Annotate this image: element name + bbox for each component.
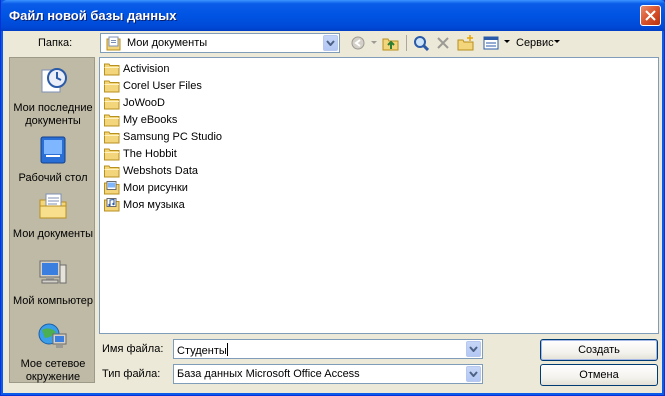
folder-icon xyxy=(104,63,120,76)
back-dropdown-icon xyxy=(371,41,377,44)
my-pictures-icon xyxy=(104,181,120,195)
list-item-jowood[interactable]: JoWooD xyxy=(104,95,165,111)
file-name: JoWooD xyxy=(123,97,165,109)
window-title: Файл новой базы данных xyxy=(9,8,177,23)
place-recent-documents[interactable]: Мои последние документы xyxy=(10,64,96,128)
look-in-value: Мои документы xyxy=(127,37,208,49)
place-my-computer[interactable]: Мой компьютер xyxy=(10,257,96,308)
file-name-value: Студенты xyxy=(177,345,227,357)
list-item-my-pictures[interactable]: Мои рисунки xyxy=(104,180,188,196)
file-type-label: Тип файла: xyxy=(102,368,161,380)
places-bar: Мои последние документы Рабочий стол Мои… xyxy=(9,57,95,383)
place-label: Мои документы xyxy=(12,228,94,240)
chevron-down-icon xyxy=(326,40,335,46)
cancel-button[interactable]: Отмена xyxy=(540,364,658,386)
file-name: The Hobbit xyxy=(123,148,177,160)
place-network[interactable]: Мое сетевое окружение xyxy=(10,320,96,384)
place-label: Рабочий стол xyxy=(18,172,88,184)
chevron-down-icon xyxy=(469,346,478,352)
network-places-icon xyxy=(38,323,67,348)
look-in-dropdown-button[interactable] xyxy=(323,35,338,51)
look-in-label: Папка: xyxy=(38,37,73,49)
title-bar[interactable]: Файл новой базы данных xyxy=(1,0,665,31)
list-item-webshots[interactable]: Webshots Data xyxy=(104,163,198,179)
views-button[interactable] xyxy=(481,33,501,53)
file-name: Моя музыка xyxy=(123,199,185,211)
file-name: My eBooks xyxy=(123,114,178,126)
close-button[interactable] xyxy=(640,5,661,26)
folder-icon xyxy=(104,114,120,127)
back-button[interactable] xyxy=(348,33,368,53)
file-name: Corel User Files xyxy=(123,80,202,92)
file-type-value: База данных Microsoft Office Access xyxy=(177,368,360,380)
file-name-input-text: Студенты xyxy=(177,343,228,357)
file-name-label: Имя файла: xyxy=(102,343,164,355)
text-caret xyxy=(226,343,228,356)
place-label: Мое сетевое окружение xyxy=(20,358,86,383)
file-type-dropdown-button[interactable] xyxy=(466,366,481,382)
folder-icon xyxy=(104,165,120,178)
my-documents-icon xyxy=(39,193,67,219)
up-folder-icon xyxy=(382,38,399,51)
up-folder-button[interactable] xyxy=(381,33,401,53)
new-folder-icon xyxy=(457,35,474,51)
views-icon xyxy=(483,36,499,50)
dialog-window: Файл новой базы данных Папка: Мои докуме… xyxy=(0,0,665,396)
file-name-field[interactable]: Студенты xyxy=(173,339,483,359)
place-label: Мои последние документы xyxy=(13,102,93,127)
my-music-icon xyxy=(104,198,120,212)
folder-icon xyxy=(104,131,120,144)
list-item-my-music[interactable]: Моя музыка xyxy=(104,197,185,213)
service-dropdown-icon xyxy=(554,40,560,43)
list-item-the-hobbit[interactable]: The Hobbit xyxy=(104,146,177,162)
search-web-button[interactable] xyxy=(411,33,431,53)
toolbar-separator xyxy=(406,35,407,51)
file-name: Webshots Data xyxy=(123,165,199,177)
list-item-samsung[interactable]: Samsung PC Studio xyxy=(104,129,222,145)
file-list[interactable]: Activision Corel User Files JoWooD My eB… xyxy=(99,57,659,334)
folder-icon xyxy=(104,148,120,161)
file-name: Activision xyxy=(123,63,170,75)
recent-documents-icon xyxy=(41,68,67,93)
look-in-combo[interactable]: Мои документы xyxy=(100,33,340,53)
desktop-icon xyxy=(40,136,66,164)
place-desktop[interactable]: Рабочий стол xyxy=(10,134,96,185)
file-name: Samsung PC Studio xyxy=(123,131,223,143)
list-item-activision[interactable]: Activision xyxy=(104,61,169,77)
search-web-icon xyxy=(414,36,429,51)
folder-icon xyxy=(104,80,120,93)
folder-icon xyxy=(104,97,120,110)
my-computer-icon xyxy=(39,260,67,284)
place-label: Мой компьютер xyxy=(12,295,94,307)
chevron-down-icon xyxy=(469,371,478,377)
create-button[interactable]: Создать xyxy=(540,339,658,361)
file-name-dropdown-button[interactable] xyxy=(466,341,481,357)
list-item-corel[interactable]: Corel User Files xyxy=(104,78,202,94)
views-dropdown-icon[interactable] xyxy=(504,40,510,44)
new-folder-button[interactable] xyxy=(456,33,476,53)
list-item-my-ebooks[interactable]: My eBooks xyxy=(104,112,177,128)
file-type-select[interactable]: База данных Microsoft Office Access xyxy=(173,364,483,384)
back-icon xyxy=(351,36,365,50)
my-documents-icon xyxy=(106,36,121,51)
delete-icon xyxy=(437,37,449,49)
place-my-documents[interactable]: Мои документы xyxy=(10,190,96,241)
service-menu[interactable]: Сервис xyxy=(516,37,554,49)
delete-button[interactable] xyxy=(433,33,453,53)
close-icon xyxy=(645,10,656,21)
file-name: Мои рисунки xyxy=(123,182,188,194)
